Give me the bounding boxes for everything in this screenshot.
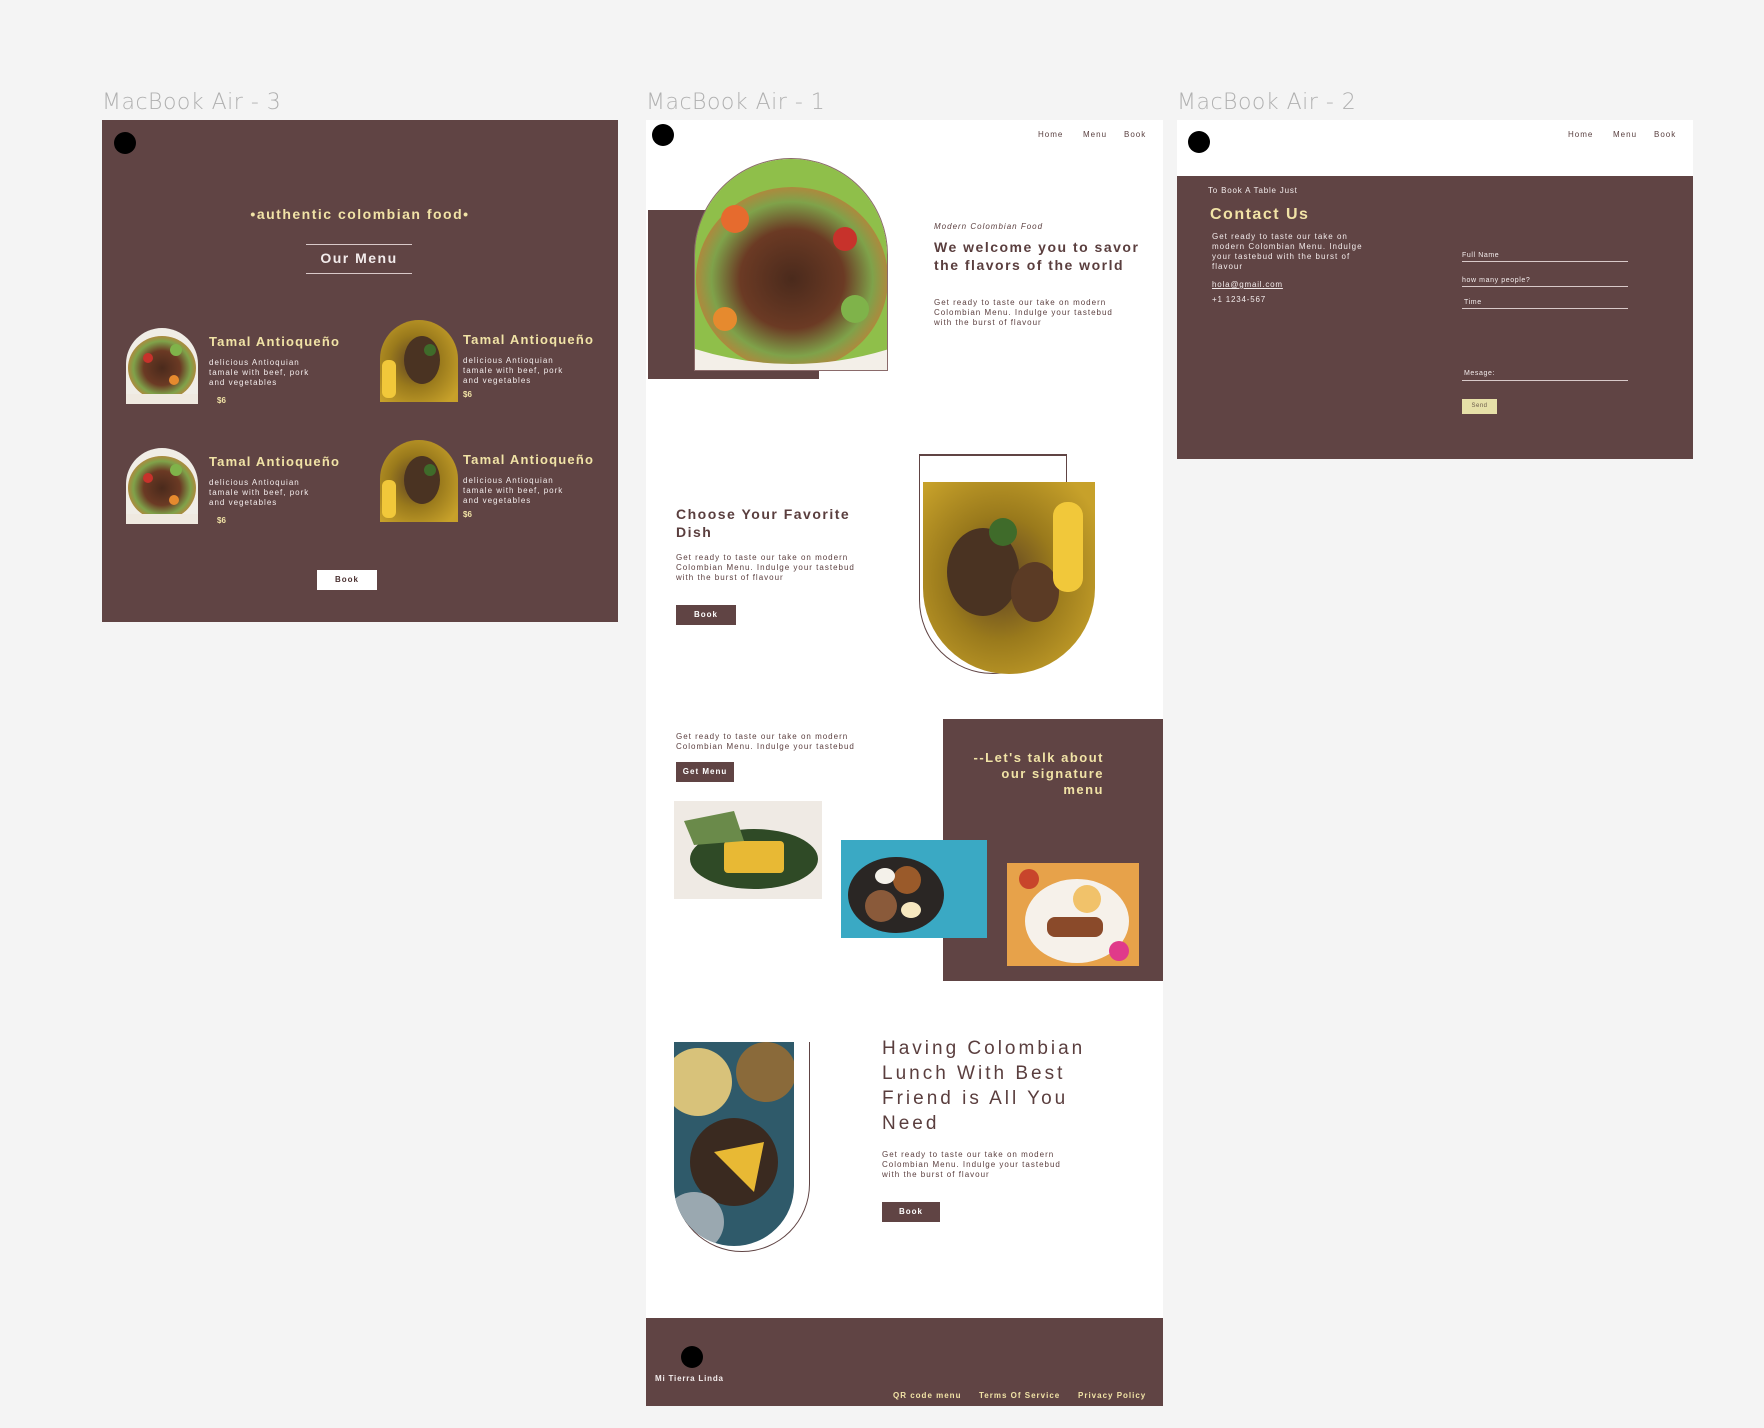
frame-label-home: MacBook Air - 1 <box>646 90 826 115</box>
footer-link-terms[interactable]: Terms Of Service <box>979 1391 1060 1400</box>
people-field[interactable] <box>1462 286 1628 287</box>
time-label: Time <box>1464 299 1482 306</box>
menu-item-price: $6 <box>217 396 226 405</box>
menu-frame: •authentic colombian food• Our Menu Tama… <box>102 120 618 622</box>
choose-body: Get ready to taste our take on modern Co… <box>676 553 855 582</box>
contact-email[interactable]: hola@gmail.com <box>1212 280 1283 289</box>
menu-heading: Our Menu <box>320 250 398 266</box>
menu-item-image <box>380 440 458 522</box>
choose-title: Choose Your Favorite Dish <box>676 506 851 540</box>
frame-label-contact: MacBook Air - 2 <box>1177 90 1357 115</box>
tamal-image <box>674 801 822 899</box>
message-field[interactable] <box>1462 380 1628 381</box>
nav-book[interactable]: Book <box>1124 130 1146 139</box>
book-button[interactable]: Book <box>317 570 377 590</box>
time-field[interactable] <box>1462 308 1628 309</box>
divider <box>306 273 412 274</box>
divider <box>306 244 412 245</box>
home-frame: Home Menu Book Modern Colombian Food We … <box>646 120 1163 1406</box>
menu-item-price: $6 <box>463 510 472 519</box>
stew-image <box>923 482 1095 674</box>
menu-item-desc: delicious Antioquian tamale with beef, p… <box>209 478 310 507</box>
menu-item-desc: delicious Antioquian tamale with beef, p… <box>209 358 310 387</box>
footer-link-qr[interactable]: QR code menu <box>893 1391 961 1400</box>
signature-body: Get ready to taste our take on modern Co… <box>676 732 855 751</box>
frame-label-menu: MacBook Air - 3 <box>102 90 282 115</box>
book-button[interactable]: Book <box>676 605 736 625</box>
contact-title: Contact Us <box>1210 206 1310 223</box>
platter-image <box>1007 863 1139 966</box>
signature-heading: --Let's talk about our signature menu <box>973 750 1104 797</box>
footer-logo-dot[interactable] <box>681 1346 703 1368</box>
menu-item-image <box>380 320 458 402</box>
lunch-image <box>674 1042 794 1246</box>
menu-item-price: $6 <box>217 516 226 525</box>
get-menu-button[interactable]: Get Menu <box>676 762 734 782</box>
menu-item-name: Tamal Antioqueño <box>463 332 595 347</box>
footer-brand: Mi Tierra Linda <box>655 1374 724 1383</box>
menu-item-name: Tamal Antioqueño <box>209 454 341 469</box>
hero-image <box>694 158 888 371</box>
nav-book[interactable]: Book <box>1654 130 1676 139</box>
hero-body: Get ready to taste our take on modern Co… <box>934 298 1113 327</box>
lunch-title: Having Colombian Lunch With Best Friend … <box>882 1038 1086 1134</box>
full-name-label: Full Name <box>1462 252 1500 259</box>
bandeja-image <box>841 840 987 938</box>
contact-eyebrow: To Book A Table Just <box>1208 186 1298 195</box>
logo-dot[interactable] <box>1188 131 1210 153</box>
menu-item-price: $6 <box>463 390 472 399</box>
menu-item-desc: delicious Antioquian tamale with beef, p… <box>463 476 564 505</box>
people-label: how many people? <box>1462 277 1531 284</box>
lunch-body: Get ready to taste our take on modern Co… <box>882 1150 1061 1179</box>
contact-frame: Home Menu Book To Book A Table Just Cont… <box>1177 120 1693 459</box>
contact-phone: +1 1234-567 <box>1212 295 1266 304</box>
menu-item-image <box>126 448 198 524</box>
menu-item-image <box>126 328 198 404</box>
menu-item-name: Tamal Antioqueño <box>209 334 341 349</box>
menu-item-name: Tamal Antioqueño <box>463 452 595 467</box>
menu-item-desc: delicious Antioquian tamale with beef, p… <box>463 356 564 385</box>
send-button[interactable]: Send <box>1462 399 1497 414</box>
logo-dot[interactable] <box>114 132 136 154</box>
arch-outline-top <box>919 454 1067 456</box>
book-button[interactable]: Book <box>882 1202 940 1222</box>
nav-menu[interactable]: Menu <box>1083 130 1107 139</box>
footer-link-privacy[interactable]: Privacy Policy <box>1078 1391 1146 1400</box>
contact-body: Get ready to taste our take on modern Co… <box>1212 232 1363 271</box>
hero-eyebrow: Modern Colombian Food <box>934 222 1044 231</box>
logo-dot[interactable] <box>652 124 674 146</box>
menu-tagline: •authentic colombian food• <box>250 206 470 222</box>
hero-title: We welcome you to savor the flavors of t… <box>934 239 1140 273</box>
nav-menu[interactable]: Menu <box>1613 130 1637 139</box>
full-name-field[interactable] <box>1462 261 1628 262</box>
message-label: Mesage: <box>1464 370 1496 377</box>
nav-home[interactable]: Home <box>1568 130 1593 139</box>
nav-home[interactable]: Home <box>1038 130 1063 139</box>
